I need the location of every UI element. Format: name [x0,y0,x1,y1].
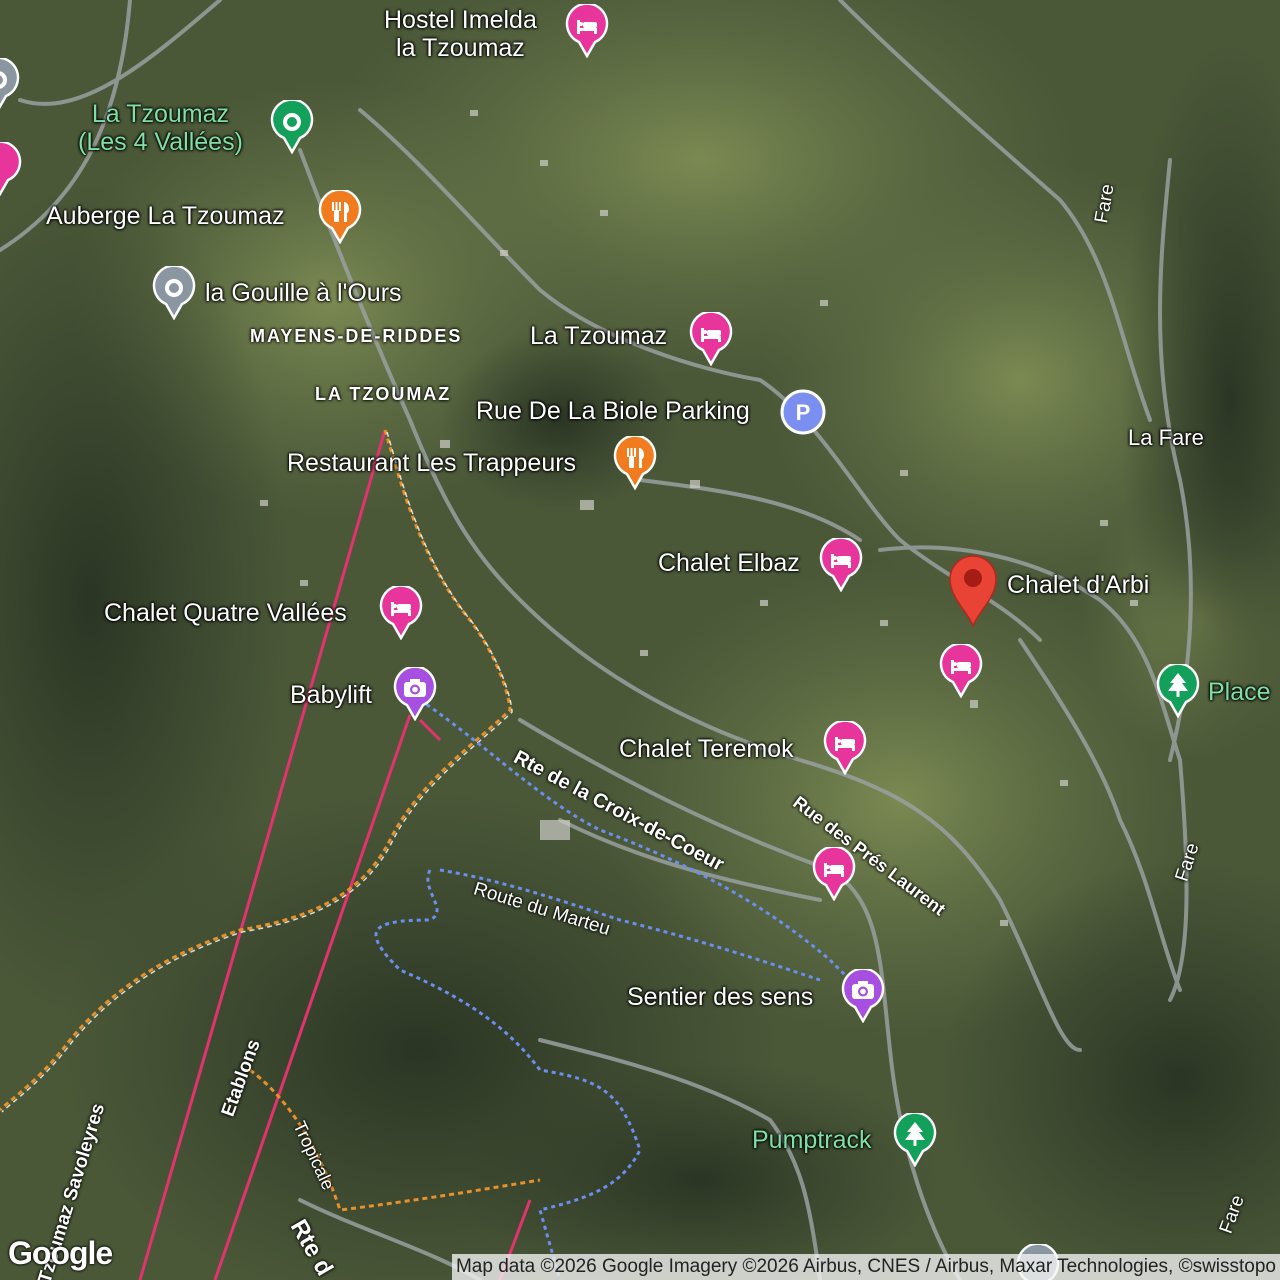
map-view[interactable]: MAYENS-DE-RIDDES LA TZOUMAZ Rte de la Cr… [0,0,1280,1280]
location-dot-icon[interactable] [152,266,196,320]
tree-icon[interactable] [893,1113,937,1167]
label-la-tzoumaz-hotel[interactable]: La Tzoumaz [530,322,667,350]
label-babylift[interactable]: Babylift [290,681,372,709]
satellite-imagery [0,0,1280,1280]
label-chalet-teremok[interactable]: Chalet Teremok [619,735,794,763]
bed-icon[interactable] [565,4,609,58]
map-attribution[interactable]: Map data ©2026 Google Imagery ©2026 Airb… [451,1254,1280,1280]
bed-icon[interactable] [379,586,423,640]
label-pumptrack[interactable]: Pumptrack [752,1126,871,1154]
svg-text:P: P [796,400,811,425]
bed-icon[interactable] [812,847,856,901]
fork-knife-icon[interactable] [318,190,362,244]
label-place[interactable]: Place [1208,678,1271,706]
bed-icon[interactable] [689,312,733,366]
bed-icon[interactable] [939,644,983,698]
bed-icon[interactable] [0,142,22,196]
area-label-la-tzoumaz: LA TZOUMAZ [315,384,452,404]
label-chalet-darbi[interactable]: Chalet d'Arbi [1007,571,1149,599]
label-chalet-elbaz[interactable]: Chalet Elbaz [658,549,800,577]
tree-icon[interactable] [1156,664,1200,718]
location-dot-icon[interactable] [0,58,20,112]
fork-knife-icon[interactable] [613,436,657,490]
label-auberge-la-tzoumaz[interactable]: Auberge La Tzoumaz [46,202,285,230]
parking-icon[interactable]: P [779,388,827,436]
selected-location-marker-icon[interactable] [946,552,1000,628]
label-rue-de-la-biole-parking[interactable]: Rue De La Biole Parking [476,397,750,425]
bed-icon[interactable] [819,538,863,592]
google-logo: Google [8,1235,113,1271]
location-dot-icon[interactable] [270,100,314,154]
label-restaurant-les-trappeurs[interactable]: Restaurant Les Trappeurs [287,449,576,477]
area-label-mayens-de-riddes: MAYENS-DE-RIDDES [250,326,463,346]
camera-icon[interactable] [841,969,885,1023]
label-la-gouille-a-lours[interactable]: la Gouille à l'Ours [205,279,402,307]
label-la-tzoumaz-4-vallees[interactable]: La Tzoumaz (Les 4 Vallées) [78,100,243,156]
label-chalet-quatre-vallees[interactable]: Chalet Quatre Vallées [104,599,347,627]
camera-icon[interactable] [393,667,437,721]
label-hostel-imelda[interactable]: Hostel Imelda la Tzoumaz [384,6,537,62]
label-la-fare: La Fare [1128,425,1204,450]
bed-icon[interactable] [823,721,867,775]
label-sentier-des-sens[interactable]: Sentier des sens [627,983,813,1011]
